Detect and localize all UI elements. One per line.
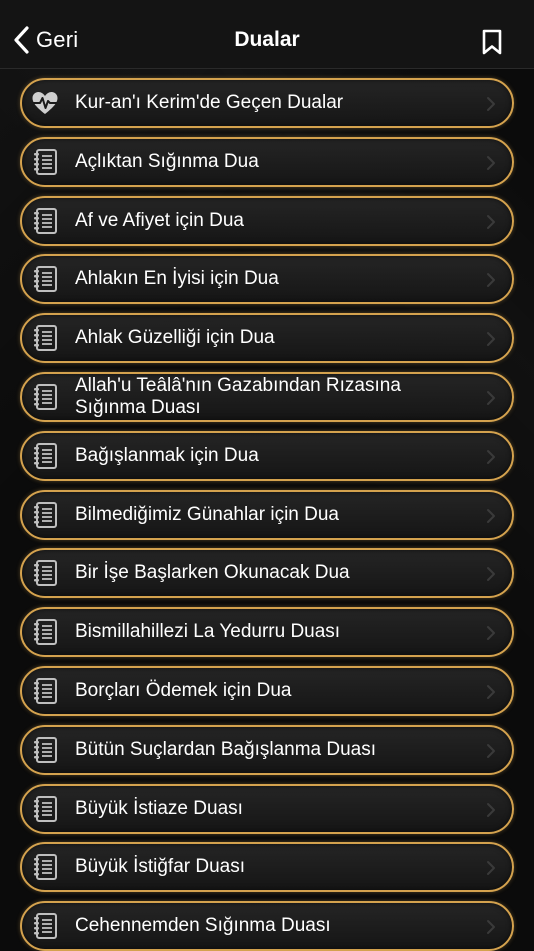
list-item-label: Büyük İstiğfar Duası bbox=[75, 856, 246, 877]
list-item[interactable]: Borçları Ödemek için Dua bbox=[20, 666, 514, 716]
list-item[interactable]: Açlıktan Sığınma Dua bbox=[20, 137, 514, 187]
notebook-icon bbox=[30, 147, 60, 177]
chevron-right-icon bbox=[486, 625, 496, 641]
notebook-icon bbox=[30, 676, 60, 706]
chevron-right-icon bbox=[486, 919, 496, 935]
chevron-right-icon bbox=[486, 802, 496, 818]
notebook-icon bbox=[30, 206, 60, 236]
list-item-label: Bilmediğimiz Günahlar için Dua bbox=[75, 504, 339, 525]
list-item[interactable]: Büyük İstiaze Duası bbox=[20, 784, 514, 834]
chevron-right-icon bbox=[486, 272, 496, 288]
notebook-icon bbox=[30, 911, 60, 941]
chevron-right-icon bbox=[486, 684, 496, 700]
list-item-label: Bağışlanmak için Dua bbox=[75, 445, 259, 466]
list-item[interactable]: Kur-an'ı Kerim'de Geçen Dualar bbox=[20, 78, 514, 128]
list-item[interactable]: Ahlakın En İyisi için Dua bbox=[20, 254, 514, 304]
list-item-label: Bir İşe Başlarken Okunacak Dua bbox=[75, 562, 350, 583]
chevron-right-icon bbox=[486, 449, 496, 465]
list-item[interactable]: Cehennemden Sığınma Duası bbox=[20, 901, 514, 951]
navigation-bar: Geri Dualar bbox=[0, 0, 534, 69]
notebook-icon bbox=[30, 794, 60, 824]
list-item[interactable]: Bismillahillezi La Yedurru Duası bbox=[20, 607, 514, 657]
bookmark-icon[interactable] bbox=[480, 28, 504, 56]
list-item[interactable]: Bir İşe Başlarken Okunacak Dua bbox=[20, 548, 514, 598]
chevron-right-icon bbox=[486, 214, 496, 230]
notebook-icon bbox=[30, 441, 60, 471]
list-item-label: Cehennemden Sığınma Duası bbox=[75, 915, 331, 936]
notebook-icon bbox=[30, 264, 60, 294]
notebook-icon bbox=[30, 852, 60, 882]
chevron-right-icon bbox=[486, 96, 496, 112]
chevron-right-icon bbox=[486, 155, 496, 171]
notebook-icon bbox=[30, 735, 60, 765]
list-item-label: Ahlak Güzelliği için Dua bbox=[75, 327, 275, 348]
notebook-icon bbox=[30, 382, 60, 412]
list-item[interactable]: Allah'u Teâlâ'nın Gazabından Rızasına Sı… bbox=[20, 372, 514, 422]
list-item-label: Açlıktan Sığınma Dua bbox=[75, 151, 259, 172]
chevron-right-icon bbox=[486, 566, 496, 582]
list-item[interactable]: Büyük İstiğfar Duası bbox=[20, 842, 514, 892]
chevron-right-icon bbox=[486, 508, 496, 524]
heartbeat-icon bbox=[30, 88, 60, 118]
list-item-label: Allah'u Teâlâ'nın Gazabından Rızasına Sı… bbox=[75, 375, 401, 418]
chevron-right-icon bbox=[486, 390, 496, 406]
list-item-label: Kur-an'ı Kerim'de Geçen Dualar bbox=[75, 92, 344, 113]
list-item[interactable]: Af ve Afiyet için Dua bbox=[20, 196, 514, 246]
list-item-label: Büyük İstiaze Duası bbox=[75, 798, 243, 819]
notebook-icon bbox=[30, 558, 60, 588]
chevron-right-icon bbox=[486, 743, 496, 759]
notebook-icon bbox=[30, 500, 60, 530]
list-item-label: Ahlakın En İyisi için Dua bbox=[75, 268, 279, 289]
list-item-label: Borçları Ödemek için Dua bbox=[75, 680, 292, 701]
list-item[interactable]: Bağışlanmak için Dua bbox=[20, 431, 514, 481]
list-item-label: Af ve Afiyet için Dua bbox=[75, 210, 244, 231]
list-item-label: Bütün Suçlardan Bağışlanma Duası bbox=[75, 739, 377, 760]
page-title: Dualar bbox=[234, 28, 300, 51]
chevron-right-icon bbox=[486, 331, 496, 347]
list-item[interactable]: Ahlak Güzelliği için Dua bbox=[20, 313, 514, 363]
list-item-label: Bismillahillezi La Yedurru Duası bbox=[75, 621, 341, 642]
notebook-icon bbox=[30, 323, 60, 353]
list-item[interactable]: Bütün Suçlardan Bağışlanma Duası bbox=[20, 725, 514, 775]
chevron-right-icon bbox=[486, 860, 496, 876]
notebook-icon bbox=[30, 617, 60, 647]
list-item[interactable]: Bilmediğimiz Günahlar için Dua bbox=[20, 490, 514, 540]
